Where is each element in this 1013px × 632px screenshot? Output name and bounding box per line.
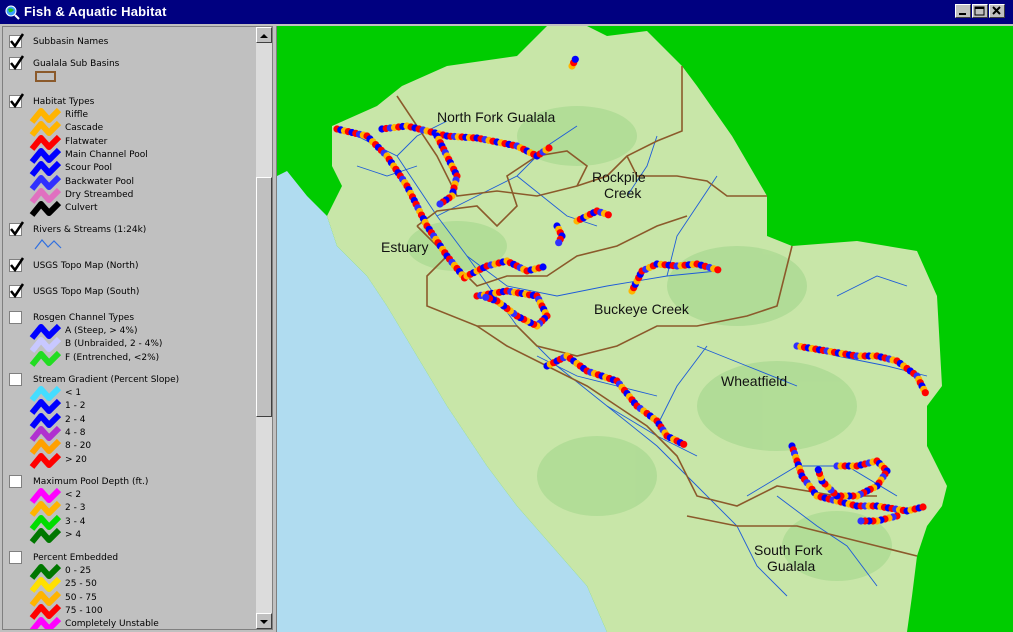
legend-label: 0 - 25 (65, 566, 92, 576)
legend-label: 8 - 20 (65, 441, 92, 452)
arrow-up-icon (260, 34, 268, 38)
legend-label: 50 - 75 (65, 592, 97, 603)
habitat-point (604, 211, 612, 219)
legend-label: > 20 (65, 454, 87, 465)
legend-label: 25 - 50 (65, 579, 97, 590)
layer-name: Rivers & Streams (1:24k) (33, 225, 147, 235)
legend-label: F (Entrenched, <2%) (65, 352, 160, 363)
habitat-point (555, 239, 563, 247)
legend-label: Culvert (65, 203, 98, 214)
legend-symbol-icon (29, 527, 62, 544)
legend-label: B (Unbraided, 2 - 4%) (65, 339, 163, 350)
window-title: Fish & Aquatic Habitat (24, 4, 167, 19)
layer-checkbox[interactable] (9, 221, 25, 237)
legend-label: Flatwater (65, 136, 108, 147)
checkmark-icon (10, 221, 25, 237)
layer-name: USGS Topo Map (North) (33, 261, 139, 271)
layer-checkbox[interactable] (9, 33, 25, 49)
legend-item: Culvert (3, 200, 258, 217)
layer-name: Gualala Sub Basins (33, 59, 120, 69)
map-canvas[interactable]: North Fork Gualala Rockpile Creek Estuar… (277, 26, 1013, 632)
legend-label: Riffle (65, 110, 88, 120)
layer-name: USGS Topo Map (South) (33, 287, 140, 297)
checkmark-icon (10, 257, 25, 273)
map-label: North Fork Gualala (437, 109, 555, 125)
legend-label: 3 - 4 (65, 516, 86, 527)
layer-checkbox[interactable] (9, 551, 22, 564)
legend-label: Completely Unstable (65, 619, 159, 630)
legend-label: 4 - 8 (65, 427, 86, 438)
checkmark-icon (10, 283, 25, 299)
layer-checkbox[interactable] (9, 475, 22, 488)
legend-label: 2 - 3 (65, 503, 86, 514)
legend-item: F (Entrenched, <2%) (3, 350, 258, 367)
stream-line-icon (34, 239, 62, 250)
habitat-point (921, 389, 929, 397)
habitat-point (539, 263, 547, 271)
legend-label: Dry Streambed (65, 189, 134, 200)
legend-label: Scour Pool (65, 163, 113, 174)
legend-label: Main Channel Pool (65, 149, 148, 160)
legend-label: < 2 (65, 490, 82, 500)
legend-symbol-icon (29, 350, 62, 367)
window-buttons (955, 4, 1007, 18)
legend-item: Completely Unstable (3, 617, 258, 630)
close-icon (992, 6, 1001, 15)
minimize-button[interactable] (955, 4, 971, 18)
globe-icon (5, 5, 20, 20)
legend-label: A (Steep, > 4%) (65, 326, 138, 336)
habitat-point (545, 144, 553, 152)
habitat-point (919, 503, 927, 511)
layer-checkbox[interactable] (9, 311, 22, 324)
maximize-icon (974, 6, 985, 16)
legend-label: 2 - 4 (65, 414, 86, 425)
habitat-point (857, 517, 865, 525)
map-label: Wheatfield (721, 373, 787, 389)
legend-label: < 1 (65, 388, 82, 398)
habitat-point (814, 466, 822, 474)
layer-checkbox[interactable] (9, 93, 25, 109)
map-view[interactable]: North Fork Gualala Rockpile Creek Estuar… (276, 26, 1013, 632)
maximize-button[interactable] (972, 4, 988, 18)
title-bar: Fish & Aquatic Habitat (0, 0, 1013, 24)
legend-symbol-icon (29, 617, 62, 629)
layer-checkbox[interactable] (9, 55, 25, 71)
layer-checkbox[interactable] (9, 257, 25, 273)
scroll-down-button[interactable] (256, 613, 272, 629)
map-label: Estuary (381, 239, 428, 255)
map-label: South Fork (754, 542, 823, 558)
polygon-symbol-icon (35, 71, 56, 82)
legend-label: > 4 (65, 529, 82, 540)
habitat-point (482, 293, 490, 301)
legend-label: 75 - 100 (65, 605, 103, 616)
map-label: Creek (604, 185, 642, 201)
habitat-point (680, 440, 688, 448)
table-of-contents: Subbasin Names Gualala Sub Basins Habita… (2, 26, 273, 630)
layer-checkbox[interactable] (9, 283, 25, 299)
legend-item: > 20 (3, 452, 258, 469)
legend-symbol-icon (29, 452, 62, 469)
scroll-thumb[interactable] (256, 177, 272, 417)
legend-label: 1 - 2 (65, 401, 86, 412)
legend-symbol-icon (29, 200, 62, 217)
layer-checkbox[interactable] (9, 373, 22, 386)
habitat-point (714, 266, 722, 274)
habitat-point (436, 200, 444, 208)
legend-label: Cascade (65, 123, 104, 134)
checkmark-icon (10, 93, 25, 109)
legend-label: Backwater Pool (65, 176, 134, 187)
toc-scrollbar[interactable] (256, 27, 272, 629)
checkmark-icon (10, 55, 25, 71)
close-button[interactable] (989, 4, 1005, 18)
map-label: Buckeye Creek (594, 301, 690, 317)
habitat-point (571, 55, 579, 63)
layer-name: Subbasin Names (33, 37, 109, 47)
map-label: Gualala (767, 558, 815, 574)
arrow-down-icon (260, 620, 268, 624)
minimize-icon (959, 13, 966, 15)
scroll-up-button[interactable] (256, 27, 272, 43)
legend-item: > 4 (3, 527, 258, 544)
map-label: Rockpile (592, 169, 646, 185)
checkmark-icon (10, 33, 25, 49)
